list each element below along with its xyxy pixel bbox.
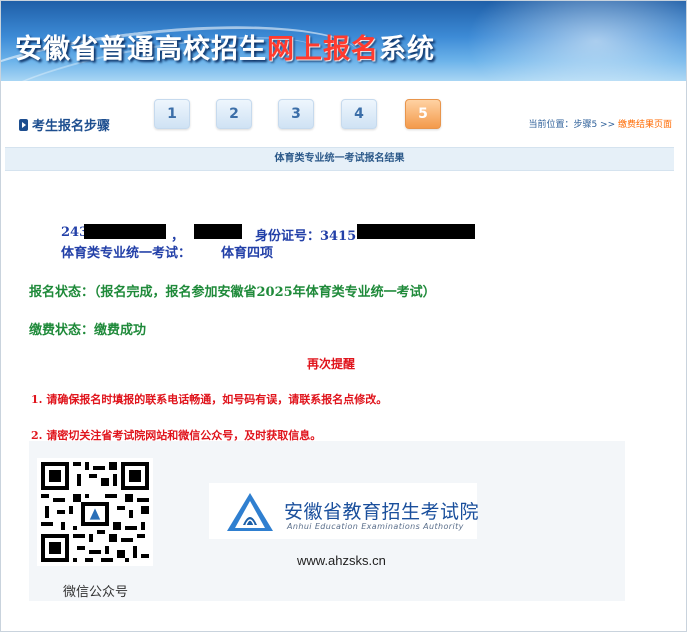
exam-authority-name: 安徽省教育招生考试院 — [284, 501, 480, 523]
system-title-highlight: 网上报名 — [267, 34, 379, 65]
breadcrumb: 当前位置：步骤5 >> 缴费结果页面 — [528, 117, 672, 130]
step-1-button[interactable]: 1 — [154, 99, 190, 129]
reminder-item: 1. 请确保报名时填报的联系电话畅通，如号码有误，请联系报名点修改。 — [31, 393, 388, 406]
registration-status: 报名状态：（报名完成，报名参加安徽省2025年体育类专业统一考试） — [29, 285, 436, 300]
redaction-box — [84, 224, 166, 239]
section-title: 体育类专业统一考试报名结果 — [5, 147, 674, 171]
steps-bar: 考生报名步骤 1 2 3 4 5 当前位置：步骤5 >> 缴费结果页面 — [1, 87, 686, 143]
step-3-button[interactable]: 3 — [278, 99, 314, 129]
exam-value: 体育四项 — [221, 246, 274, 261]
payment-status: 缴费状态：缴费成功 — [29, 323, 147, 338]
qr-caption: 微信公众号 — [63, 585, 129, 600]
redaction-box — [357, 224, 475, 239]
breadcrumb-current[interactable]: 缴费结果页面 — [618, 120, 672, 130]
system-title: 安徽省普通高校招生网上报名系统 — [15, 27, 435, 66]
header-banner: 安徽省普通高校招生网上报名系统 — [1, 1, 686, 81]
exam-authority-emblem-icon — [227, 493, 273, 531]
arrow-marker-icon — [19, 119, 28, 131]
system-title-part1: 安徽省普通高校招生 — [15, 34, 267, 65]
system-title-part2: 系统 — [379, 34, 435, 65]
website-link[interactable]: www.ahzsks.cn — [297, 553, 386, 568]
page-frame: 安徽省普通高校招生网上报名系统 考生报名步骤 1 2 3 4 5 当前位置：步骤… — [0, 0, 687, 632]
exam-label: 体育类专业统一考试： — [61, 246, 192, 261]
wechat-qr-code-icon — [37, 458, 153, 566]
breadcrumb-prefix: 当前位置：步骤5 >> — [528, 120, 618, 130]
reminder-title: 再次提醒 — [307, 357, 356, 371]
step-2-button[interactable]: 2 — [216, 99, 252, 129]
redaction-box — [194, 224, 242, 239]
steps-label-text: 考生报名步骤 — [32, 119, 111, 134]
steps-label: 考生报名步骤 — [19, 115, 110, 134]
exam-authority-english-name: Anhui Education Examinations Authority — [287, 522, 464, 531]
step-4-button[interactable]: 4 — [341, 99, 377, 129]
banner-glow — [466, 1, 686, 81]
step-5-button[interactable]: 5 — [405, 99, 441, 129]
